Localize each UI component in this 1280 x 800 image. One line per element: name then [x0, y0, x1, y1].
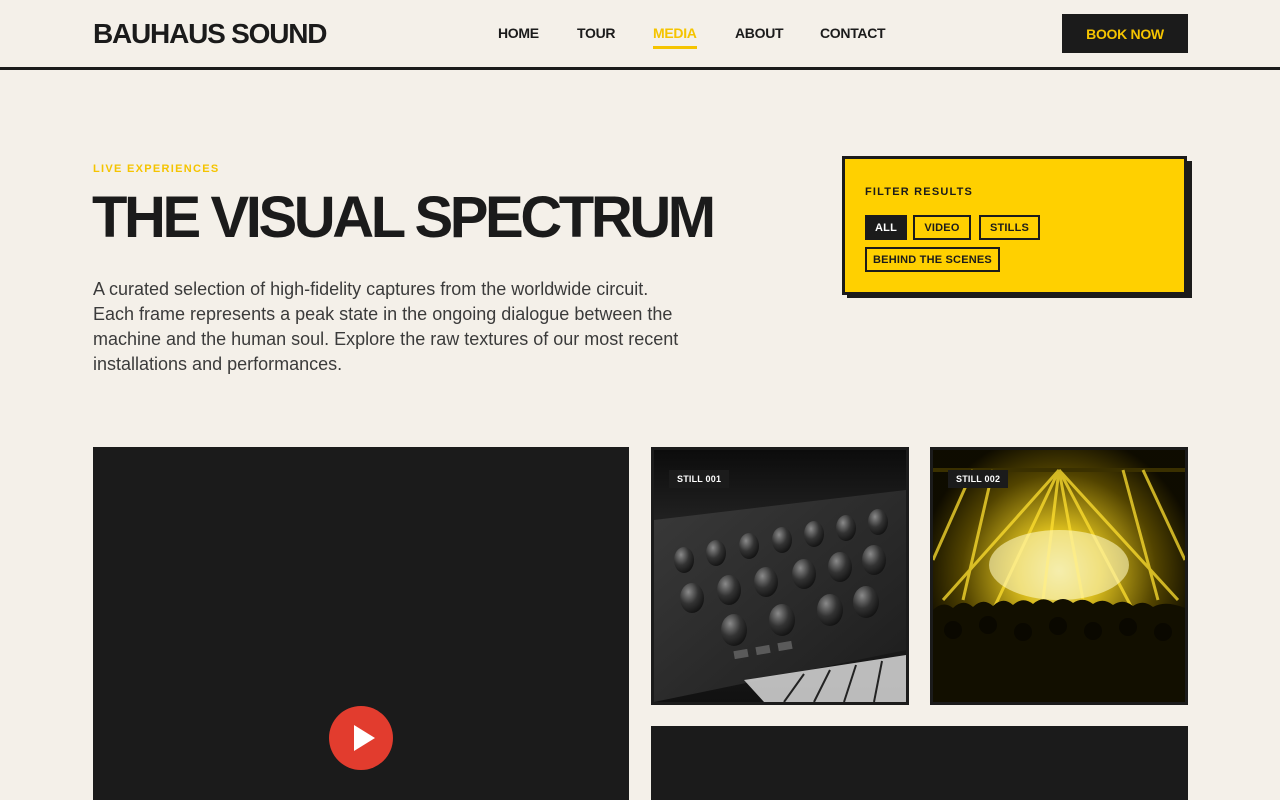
media-tile-wide[interactable]	[651, 726, 1188, 800]
still-badge: STILL 002	[948, 470, 1009, 488]
filter-title: FILTER RESULTS	[865, 186, 974, 198]
play-icon[interactable]	[329, 706, 393, 770]
nav-item-about[interactable]: ABOUT	[735, 25, 784, 42]
filter-chip-video[interactable]: VIDEO	[913, 215, 971, 240]
nav-item-contact[interactable]: CONTACT	[820, 25, 886, 42]
featured-video-tile[interactable]	[93, 447, 629, 800]
nav-item-media[interactable]: MEDIA	[653, 25, 697, 49]
book-now-button[interactable]: BOOK NOW	[1062, 14, 1188, 53]
still-tile-001[interactable]: STILL 001	[651, 447, 909, 705]
page: BAUHAUS SOUND HOME TOUR MEDIA ABOUT CONT…	[0, 0, 1280, 800]
filter-chip-behind-the-scenes[interactable]: BEHIND THE SCENES	[865, 247, 1000, 272]
page-description: A curated selection of high-fidelity cap…	[93, 279, 679, 374]
still-badge: STILL 001	[669, 470, 730, 488]
filter-panel: FILTER RESULTS ALL VIDEO STILLS BEHIND T…	[842, 156, 1187, 295]
nav-item-media-label: MEDIA	[653, 25, 697, 41]
nav-item-home[interactable]: HOME	[498, 25, 539, 42]
filter-chip-all[interactable]: ALL	[865, 215, 907, 240]
active-nav-underline	[653, 46, 697, 49]
page-title: THE VISUAL SPECTRUM	[92, 185, 716, 250]
site-header: BAUHAUS SOUND HOME TOUR MEDIA ABOUT CONT…	[0, 0, 1280, 70]
section-eyebrow: LIVE EXPERIENCES	[93, 163, 220, 175]
site-logo[interactable]: BAUHAUS SOUND	[93, 17, 327, 51]
filter-chip-stills[interactable]: STILLS	[979, 215, 1040, 240]
still-tile-002[interactable]: STILL 002	[930, 447, 1188, 705]
nav-item-tour[interactable]: TOUR	[577, 25, 616, 42]
